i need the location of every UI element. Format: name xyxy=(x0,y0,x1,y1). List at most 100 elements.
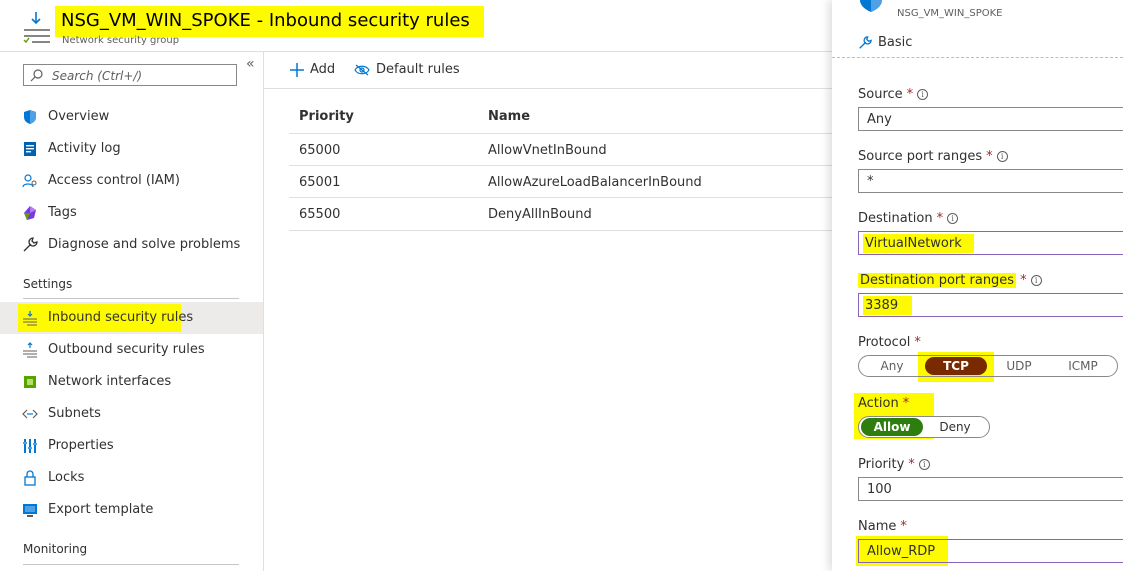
cell-priority: 65001 xyxy=(299,175,341,190)
lock-icon xyxy=(24,470,36,486)
search-placeholder: Search (Ctrl+/) xyxy=(52,69,143,83)
sidebar-item-outbound-security-rules[interactable]: Outbound security rules xyxy=(0,334,263,366)
cell-priority: 65000 xyxy=(299,143,341,158)
source-port-ranges-input[interactable]: * xyxy=(858,169,1123,193)
cell-name: AllowVnetInBound xyxy=(488,143,607,158)
info-icon[interactable]: i xyxy=(1030,275,1042,286)
protocol-option-any[interactable]: Any xyxy=(859,359,925,373)
required-mark: * xyxy=(1020,273,1027,288)
sidebar-item-label: Activity log xyxy=(48,141,121,156)
sidebar-item-diagnose[interactable]: Diagnose and solve problems xyxy=(0,229,263,261)
required-mark: * xyxy=(908,457,915,472)
monitoring-heading: Monitoring xyxy=(23,542,88,556)
destination-label: Destination * i xyxy=(858,211,959,226)
panel-resource-name: NSG_VM_WIN_SPOKE xyxy=(897,8,1003,19)
sidebar-item-subnets[interactable]: Subnets xyxy=(0,398,263,430)
sidebar-item-locks[interactable]: Locks xyxy=(0,462,263,494)
wrench-icon xyxy=(859,35,872,49)
default-rules-button[interactable]: Default rules xyxy=(354,62,460,77)
tab-basic[interactable]: Basic xyxy=(858,35,912,50)
info-icon[interactable]: i xyxy=(918,459,930,470)
outbound-rules-icon xyxy=(23,342,37,358)
sidebar-item-tags[interactable]: Tags xyxy=(0,197,263,229)
name-label: Name * xyxy=(858,519,907,534)
info-icon[interactable]: i xyxy=(947,213,959,224)
tag-icon xyxy=(24,206,36,220)
priority-label: Priority * i xyxy=(858,457,930,472)
table-row[interactable]: 65000 AllowVnetInBound xyxy=(289,133,834,166)
sidebar-item-activity-log[interactable]: Activity log xyxy=(0,133,263,165)
destination-value: VirtualNetwork xyxy=(863,234,974,253)
sidebar-item-label: Outbound security rules xyxy=(48,342,205,357)
table-row[interactable]: 65500 DenyAllInBound xyxy=(289,197,834,231)
sidebar-item-overview[interactable]: Overview xyxy=(0,101,263,133)
source-label-text: Source xyxy=(858,87,903,102)
plus-icon xyxy=(290,62,304,77)
inbound-rules-icon xyxy=(22,10,52,44)
priority-value: 100 xyxy=(867,482,892,497)
protocol-label-text: Protocol xyxy=(858,335,911,350)
required-mark: * xyxy=(986,149,993,164)
priority-input[interactable]: 100 xyxy=(858,477,1123,501)
source-label: Source * i xyxy=(858,87,929,102)
collapse-sidebar-icon[interactable]: « xyxy=(246,56,255,72)
tab-basic-label: Basic xyxy=(878,35,913,50)
action-option-allow[interactable]: Allow xyxy=(861,418,923,436)
sidebar-item-label: Tags xyxy=(48,205,77,220)
protocol-toggle[interactable]: Any TCP UDP ICMP xyxy=(858,355,1118,377)
required-mark: * xyxy=(900,519,907,534)
protocol-label: Protocol * xyxy=(858,335,921,350)
sidebar-item-export-template[interactable]: Export template xyxy=(0,494,263,526)
sidebar-item-inbound-security-rules[interactable]: Inbound security rules xyxy=(0,302,263,334)
sidebar-item-properties[interactable]: Properties xyxy=(0,430,263,462)
page-subtitle: Network security group xyxy=(62,35,180,46)
page-title: NSG_VM_WIN_SPOKE - Inbound security rule… xyxy=(55,6,484,37)
action-toggle[interactable]: Allow Deny xyxy=(858,416,990,438)
destination-select[interactable]: VirtualNetwork xyxy=(858,231,1123,255)
column-header-name[interactable]: Name xyxy=(488,109,530,124)
protocol-option-icmp[interactable]: ICMP xyxy=(1051,359,1115,373)
activity-log-icon xyxy=(24,142,36,156)
sidebar-item-label: Overview xyxy=(48,109,110,124)
add-button[interactable]: Add xyxy=(290,62,335,77)
required-mark: * xyxy=(914,335,921,350)
section-divider xyxy=(23,298,239,299)
dest-ports-value: 3389 xyxy=(863,296,913,315)
sidebar-divider xyxy=(263,52,264,571)
dest-ports-label-text: Destination port ranges xyxy=(858,273,1017,288)
destination-port-ranges-label: Destination port ranges * i xyxy=(858,273,1042,288)
people-icon xyxy=(22,174,37,188)
sidebar-item-label: Subnets xyxy=(48,406,101,421)
sidebar-item-label: Locks xyxy=(48,470,85,485)
search-icon xyxy=(30,69,43,82)
sidebar-item-label: Properties xyxy=(48,438,114,453)
sidebar-item-label: Export template xyxy=(48,502,154,517)
column-header-priority[interactable]: Priority xyxy=(299,109,354,124)
search-input[interactable]: Search (Ctrl+/) xyxy=(23,64,237,86)
protocol-option-tcp[interactable]: TCP xyxy=(925,357,987,375)
info-icon[interactable]: i xyxy=(917,89,929,100)
required-mark: * xyxy=(906,87,914,102)
add-button-label: Add xyxy=(310,62,336,77)
action-label-text: Action xyxy=(858,396,899,411)
sidebar-item-network-interfaces[interactable]: Network interfaces xyxy=(0,366,263,398)
subnet-icon xyxy=(22,409,38,419)
source-select[interactable]: Any xyxy=(858,107,1123,131)
sidebar-item-label: Diagnose and solve problems xyxy=(48,237,241,252)
info-icon[interactable]: i xyxy=(996,151,1008,162)
sidebar-item-label: Inbound security rules xyxy=(48,310,194,325)
action-option-deny[interactable]: Deny xyxy=(923,420,987,434)
settings-heading: Settings xyxy=(23,277,73,291)
name-input[interactable]: Allow_RDP xyxy=(858,539,1123,563)
priority-label-text: Priority xyxy=(858,457,905,472)
cell-priority: 65500 xyxy=(299,207,341,222)
default-rules-label: Default rules xyxy=(376,62,460,77)
destination-port-ranges-input[interactable]: 3389 xyxy=(858,293,1123,317)
protocol-option-udp[interactable]: UDP xyxy=(987,359,1051,373)
cell-name: AllowAzureLoadBalancerInBound xyxy=(488,175,702,190)
table-row[interactable]: 65001 AllowAzureLoadBalancerInBound xyxy=(289,165,834,198)
sidebar-item-iam[interactable]: Access control (IAM) xyxy=(0,165,263,197)
required-mark: * xyxy=(902,396,910,411)
add-inbound-rule-panel: NSG_VM_WIN_SPOKE Basic Source * i Any So… xyxy=(832,0,1123,571)
required-mark: * xyxy=(936,211,944,226)
